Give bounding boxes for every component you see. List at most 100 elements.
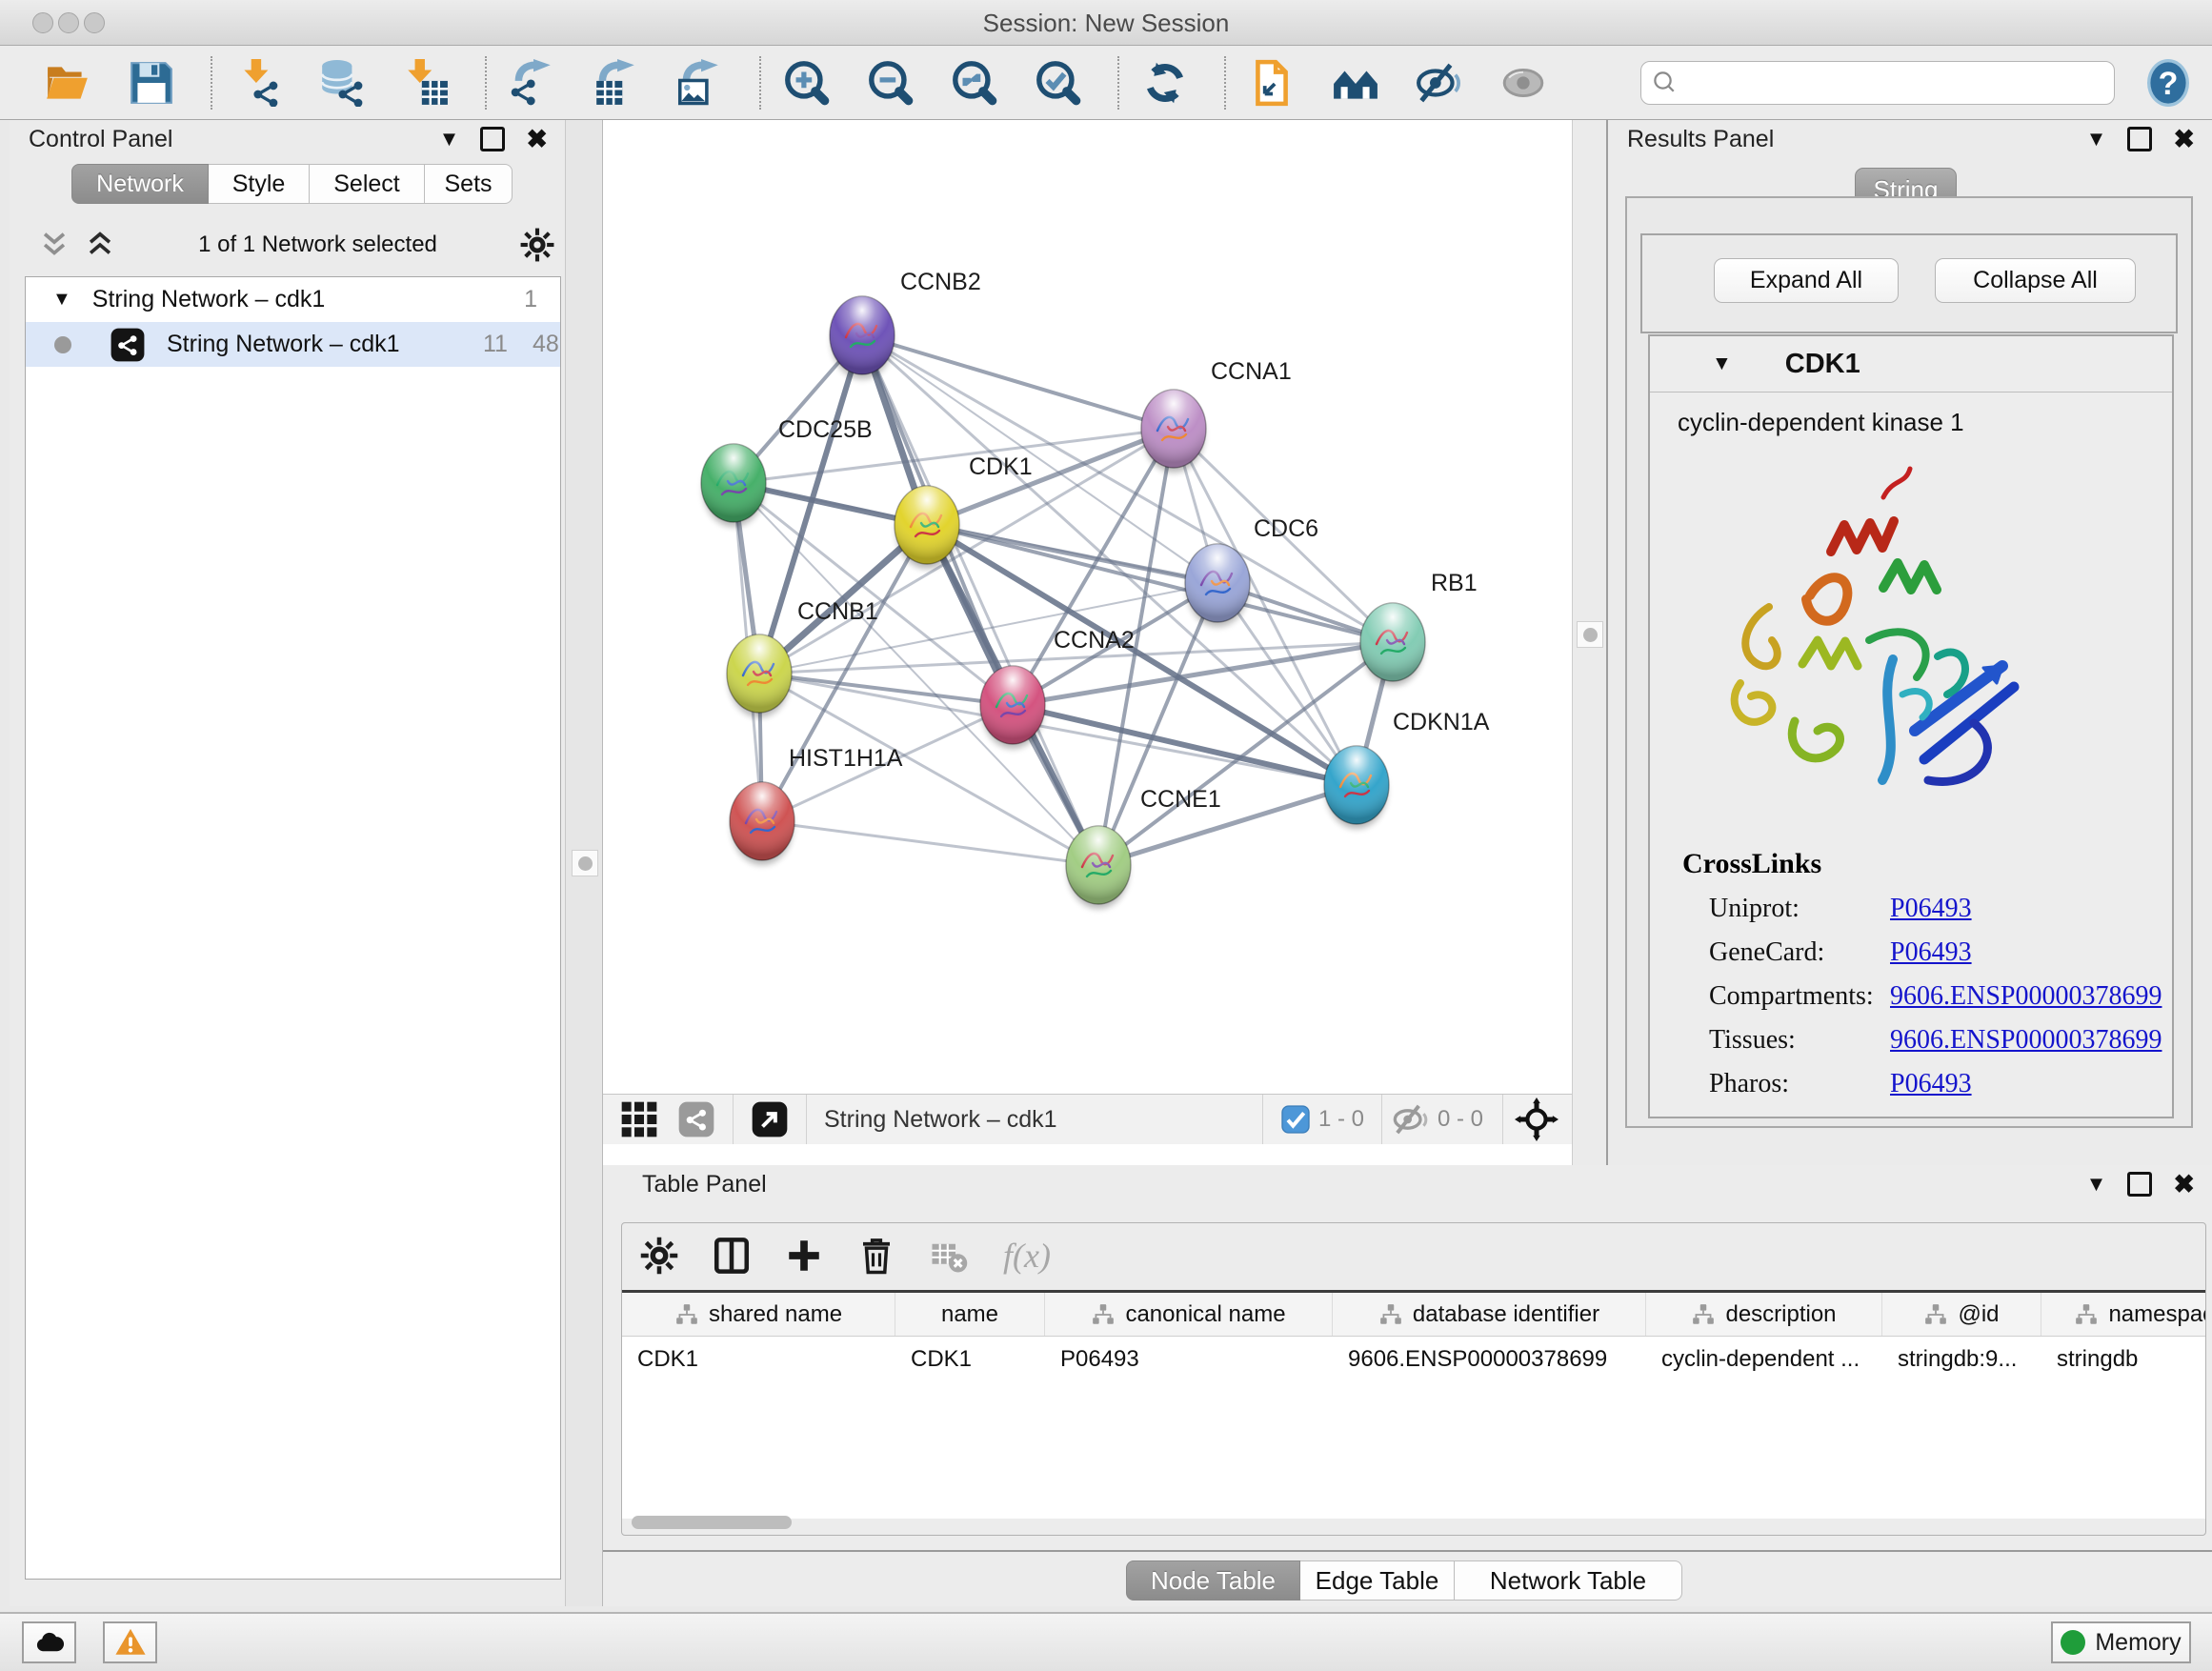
- node-RB1[interactable]: [1360, 603, 1425, 686]
- import-network-button[interactable]: [233, 56, 283, 110]
- node-CDC6[interactable]: [1185, 544, 1250, 627]
- save-session-button[interactable]: [127, 56, 176, 110]
- crosslink-link[interactable]: P06493: [1890, 937, 1972, 968]
- zoom-out-button[interactable]: [866, 56, 915, 110]
- expand-all-button[interactable]: Expand All: [1714, 258, 1899, 303]
- table-cell[interactable]: CDK1: [622, 1337, 895, 1382]
- panel-close-icon[interactable]: ✖: [526, 125, 548, 154]
- document-button[interactable]: [1247, 56, 1297, 110]
- zoom-fit-button[interactable]: [950, 56, 999, 110]
- collapse-all-networks-icon[interactable]: [38, 229, 70, 261]
- node-HIST1H1A[interactable]: [730, 782, 794, 865]
- warnings-button[interactable]: [103, 1621, 157, 1663]
- column-header-description[interactable]: description: [1646, 1293, 1882, 1336]
- edge-CCNE1-CDC6[interactable]: [1098, 583, 1217, 865]
- help-button[interactable]: ?: [2145, 57, 2191, 109]
- table-row[interactable]: CDK1CDK1P064939606.ENSP00000378699cyclin…: [622, 1337, 2205, 1382]
- node-CCNE1[interactable]: [1066, 826, 1131, 909]
- panel-menu-icon[interactable]: ▼: [2086, 127, 2107, 151]
- panel-menu-icon[interactable]: ▼: [439, 127, 460, 151]
- zoom-in-button[interactable]: [782, 56, 832, 110]
- panel-close-icon[interactable]: ✖: [2173, 125, 2195, 154]
- column-header-name[interactable]: name: [895, 1293, 1045, 1336]
- table-cell[interactable]: 9606.ENSP00000378699: [1333, 1337, 1646, 1382]
- delete-column-trash-icon[interactable]: [855, 1234, 898, 1278]
- export-table-button[interactable]: [592, 56, 641, 110]
- node-CDKN1A[interactable]: [1324, 746, 1389, 829]
- cloud-button[interactable]: [22, 1621, 76, 1663]
- edge-CCNB2-RB1[interactable]: [862, 335, 1393, 642]
- node-CDC25B[interactable]: [701, 444, 766, 527]
- refresh-button[interactable]: [1140, 56, 1190, 110]
- network-canvas[interactable]: CCNB2CCNA1CDC25BCDK1CDC6RB1CCNB1CCNA2CDK…: [603, 120, 1572, 1094]
- panel-close-icon[interactable]: ✖: [2173, 1170, 2195, 1199]
- table-options-gear-icon[interactable]: [637, 1234, 681, 1278]
- import-network-database-button[interactable]: [317, 56, 367, 110]
- column-header-shared-name[interactable]: shared name: [622, 1293, 895, 1336]
- birdseye-view-icon[interactable]: [751, 1100, 789, 1138]
- network-view-share-icon[interactable]: [677, 1100, 715, 1138]
- add-column-icon[interactable]: [782, 1234, 826, 1278]
- export-network-button[interactable]: [508, 56, 557, 110]
- right-splitter[interactable]: [1572, 120, 1608, 1165]
- node-CCNB1[interactable]: [727, 634, 792, 717]
- tab-edge-table[interactable]: Edge Table: [1300, 1560, 1455, 1601]
- crosshair-icon[interactable]: [1515, 1097, 1558, 1141]
- tab-select[interactable]: Select: [310, 164, 425, 204]
- tab-sets[interactable]: Sets: [425, 164, 513, 204]
- tab-network-table[interactable]: Network Table: [1455, 1560, 1682, 1601]
- table-cell[interactable]: cyclin-dependent ...: [1646, 1337, 1882, 1382]
- show-columns-icon[interactable]: [710, 1234, 754, 1278]
- column-header-namespace[interactable]: namespace: [2041, 1293, 2206, 1336]
- crosslink-link[interactable]: 9606.ENSP00000378699: [1890, 1025, 2162, 1056]
- edge-CCNE1-CDKN1A[interactable]: [1098, 785, 1357, 865]
- export-image-button[interactable]: [675, 56, 725, 110]
- string-home-button[interactable]: [1331, 56, 1380, 110]
- node-CCNA1[interactable]: [1141, 390, 1206, 473]
- edge-CCNB1-CCNA2[interactable]: [759, 674, 1013, 705]
- crosslink-link[interactable]: 9606.ENSP00000378699: [1890, 981, 2162, 1012]
- edge-CCNB2-CCNA1[interactable]: [862, 335, 1174, 429]
- network-collection-row[interactable]: ▼ String Network – cdk1 1: [26, 277, 560, 322]
- column-header--id[interactable]: @id: [1882, 1293, 2041, 1336]
- hide-structures-button[interactable]: [1415, 56, 1464, 110]
- edge-CCNE1-HIST1H1A[interactable]: [762, 821, 1098, 865]
- collection-expand-icon[interactable]: ▼: [52, 289, 71, 311]
- crosslink-link[interactable]: P06493: [1890, 1069, 1972, 1099]
- collapse-all-button[interactable]: Collapse All: [1935, 258, 2136, 303]
- tab-style[interactable]: Style: [209, 164, 310, 204]
- left-splitter[interactable]: [565, 120, 603, 1606]
- collapse-section-icon[interactable]: ▼: [1712, 352, 1732, 375]
- search-input[interactable]: [1679, 69, 2104, 97]
- crosslink-link[interactable]: P06493: [1890, 894, 1972, 924]
- import-table-button[interactable]: [401, 56, 451, 110]
- grid-view-icon[interactable]: [620, 1100, 658, 1138]
- column-header-canonical-name[interactable]: canonical name: [1045, 1293, 1333, 1336]
- node-CCNB2[interactable]: [830, 296, 895, 379]
- network-options-gear-icon[interactable]: [519, 227, 555, 263]
- network-row[interactable]: String Network – cdk1 11 48: [26, 322, 560, 367]
- panel-float-icon[interactable]: [2127, 1172, 2152, 1197]
- tab-node-table[interactable]: Node Table: [1126, 1560, 1300, 1601]
- search-box[interactable]: [1640, 61, 2115, 105]
- selected-checkbox-icon[interactable]: [1280, 1104, 1311, 1135]
- node-CCNA2[interactable]: [980, 666, 1045, 749]
- table-cell[interactable]: stringdb:9...: [1882, 1337, 2041, 1382]
- edge-CCNA2-CDKN1A[interactable]: [1013, 705, 1357, 785]
- table-horizontal-scrollbar[interactable]: [622, 1516, 2205, 1531]
- panel-menu-icon[interactable]: ▼: [2086, 1172, 2107, 1197]
- left-splitter-handle[interactable]: [572, 850, 598, 876]
- panel-float-icon[interactable]: [2127, 127, 2152, 151]
- expand-all-networks-icon[interactable]: [84, 229, 116, 261]
- table-cell[interactable]: CDK1: [895, 1337, 1045, 1382]
- edge-CCNB2-CCNE1[interactable]: [862, 335, 1098, 865]
- table-cell[interactable]: P06493: [1045, 1337, 1333, 1382]
- protein-section-header[interactable]: ▼ CDK1: [1650, 336, 2172, 393]
- hidden-eye-icon[interactable]: [1392, 1100, 1430, 1138]
- node-CDK1[interactable]: [895, 486, 959, 569]
- zoom-selected-button[interactable]: [1034, 56, 1083, 110]
- memory-button[interactable]: Memory: [2051, 1621, 2191, 1663]
- table-cell[interactable]: stringdb: [2041, 1337, 2206, 1382]
- show-structures-button[interactable]: [1498, 56, 1548, 110]
- panel-float-icon[interactable]: [480, 127, 505, 151]
